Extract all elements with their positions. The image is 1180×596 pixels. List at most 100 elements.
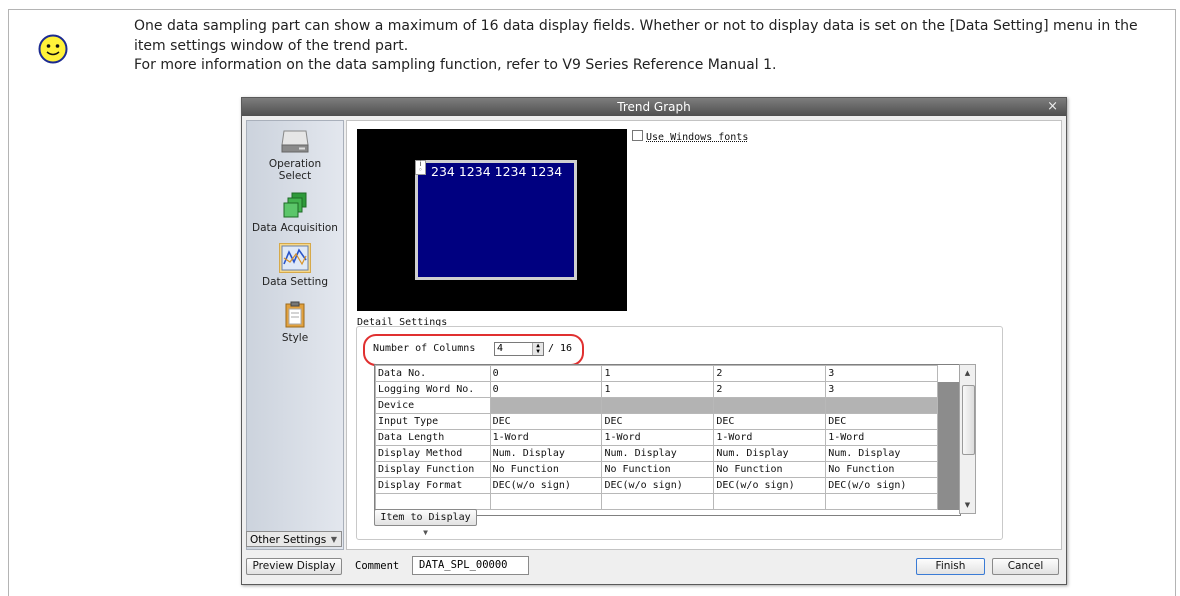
table-cell[interactable]: Num. Display (601, 445, 715, 462)
table-header-cell[interactable]: 1 (601, 365, 715, 382)
table-filler (937, 493, 960, 510)
table-cell[interactable]: DEC (825, 413, 939, 430)
table-cell (601, 493, 715, 510)
table-cell[interactable]: DEC (601, 413, 715, 430)
table-cell (825, 493, 939, 510)
table-cell (489, 397, 603, 414)
table-cell[interactable]: 1-Word (825, 429, 939, 446)
table-cell[interactable]: No Function (713, 461, 827, 478)
checkbox-label: Use Windows fonts (646, 132, 749, 143)
table-cell[interactable]: DEC(w/o sign) (825, 477, 939, 494)
table-cell[interactable]: 0 (489, 381, 603, 398)
chevron-down-icon: ▼ (330, 535, 337, 544)
sidebar: Operation Select Data Acquisition Data S… (246, 120, 344, 550)
hard-drive-icon (280, 127, 310, 155)
sidebar-item-style[interactable]: Style (247, 301, 343, 344)
table-header-cell[interactable]: 3 (825, 365, 939, 382)
sidebar-item-label: Style (281, 332, 309, 344)
table-filler (937, 381, 960, 398)
settings-panel: ⅰ ◦ 234 1234 1234 1234 Use Windows fonts … (346, 120, 1062, 550)
table-cell[interactable]: Num. Display (713, 445, 827, 462)
table-row: Display Format DEC(w/o sign) DEC(w/o sig… (375, 477, 960, 494)
row-header: Device (375, 397, 491, 414)
use-windows-fonts-checkbox[interactable]: Use Windows fonts (632, 130, 748, 143)
table-cell[interactable]: 1-Word (713, 429, 827, 446)
sidebar-item-operation-select[interactable]: Operation Select (247, 127, 343, 182)
row-header (375, 493, 491, 510)
close-icon[interactable]: × (1047, 98, 1058, 116)
preview-digits: 234 1234 1234 1234 (431, 164, 563, 179)
table-scrollbar[interactable]: ▲ ▼ (959, 364, 976, 514)
trend-graph-dialog: Trend Graph × Operation Select Data Acqu… (241, 97, 1067, 585)
comment-label: Comment (355, 560, 400, 572)
table-cell[interactable]: 1-Word (601, 429, 715, 446)
sidebar-item-label: Data Setting (261, 276, 328, 288)
row-header: Input Type (375, 413, 491, 430)
table-header-cell[interactable]: 2 (713, 365, 827, 382)
table-filler (937, 477, 960, 494)
table-cell[interactable]: 3 (825, 381, 939, 398)
table-filler (937, 365, 960, 382)
table-cell[interactable]: DEC(w/o sign) (713, 477, 827, 494)
scroll-up-icon[interactable]: ▲ (960, 366, 975, 380)
table-cell (825, 397, 939, 414)
table-cell[interactable]: Num. Display (489, 445, 603, 462)
table-cell[interactable]: Num. Display (825, 445, 939, 462)
comment-field[interactable]: DATA_SPL_00000 (412, 556, 529, 575)
highlight-ellipse (363, 334, 584, 366)
row-header: Display Method (375, 445, 491, 462)
table-filler (937, 397, 960, 414)
trend-chart-icon (279, 243, 311, 273)
trend-graph-preview[interactable]: ⅰ ◦ 234 1234 1234 1234 (415, 160, 577, 280)
table-cell[interactable]: 1 (601, 381, 715, 398)
table-header-cell[interactable]: 0 (489, 365, 603, 382)
sidebar-item-label: Operation Select (268, 158, 322, 182)
table-cell (713, 493, 827, 510)
preview-area: ⅰ ◦ 234 1234 1234 1234 (357, 129, 627, 311)
table-cell[interactable]: 2 (713, 381, 827, 398)
preview-display-button[interactable]: Preview Display (246, 558, 342, 575)
item-to-display-button[interactable]: Item to Display ▼ (374, 509, 477, 537)
other-settings-dropdown[interactable]: Other Settings ▼ (246, 531, 342, 547)
sidebar-item-data-setting[interactable]: Data Setting (247, 243, 343, 288)
table-cell[interactable]: DEC(w/o sign) (601, 477, 715, 494)
table-cell[interactable]: No Function (825, 461, 939, 478)
sidebar-item-data-acquisition[interactable]: Data Acquisition (247, 191, 343, 234)
chevron-down-icon: ▼ (423, 528, 428, 537)
note-text: One data sampling part can show a maximu… (134, 17, 1154, 76)
part-handle-icon[interactable]: ⅰ ◦ (415, 160, 426, 175)
table-row: Display Function No Function No Function… (375, 461, 960, 478)
table-row: Display Method Num. Display Num. Display… (375, 445, 960, 462)
table-cell[interactable]: DEC(w/o sign) (489, 477, 603, 494)
row-header: Data Length (375, 429, 491, 446)
table-cell (713, 397, 827, 414)
clipboard-icon (280, 301, 310, 329)
cancel-button[interactable]: Cancel (992, 558, 1059, 575)
table-cell[interactable]: DEC (713, 413, 827, 430)
table-cell[interactable]: No Function (601, 461, 715, 478)
other-settings-label: Other Settings (250, 534, 327, 546)
dialog-title: Trend Graph (617, 100, 691, 114)
scroll-down-icon[interactable]: ▼ (960, 498, 975, 512)
finish-button[interactable]: Finish (916, 558, 985, 575)
green-blocks-icon (280, 191, 310, 219)
sidebar-item-label: Data Acquisition (252, 222, 338, 234)
row-header: Logging Word No. (375, 381, 491, 398)
table-header-cell: Data No. (375, 365, 491, 382)
table-row: Input Type DEC DEC DEC DEC (375, 413, 960, 430)
note-line-2: For more information on the data samplin… (134, 57, 777, 73)
data-settings-table: Data No. 0 1 2 3 Logging Word No. 0 1 2 … (374, 364, 961, 516)
table-cell[interactable]: 1-Word (489, 429, 603, 446)
table-cell[interactable]: DEC (489, 413, 603, 430)
table-cell (489, 493, 603, 510)
note-line-1: One data sampling part can show a maximu… (134, 18, 1138, 54)
table-row: Device (375, 397, 960, 414)
table-cell (601, 397, 715, 414)
table-header-row: Data No. 0 1 2 3 (375, 365, 960, 382)
table-row (375, 493, 960, 510)
smiley-icon (38, 34, 68, 64)
item-to-display-label: Item to Display (380, 512, 471, 523)
scroll-thumb[interactable] (962, 385, 975, 455)
table-filler (937, 429, 960, 446)
table-cell[interactable]: No Function (489, 461, 603, 478)
